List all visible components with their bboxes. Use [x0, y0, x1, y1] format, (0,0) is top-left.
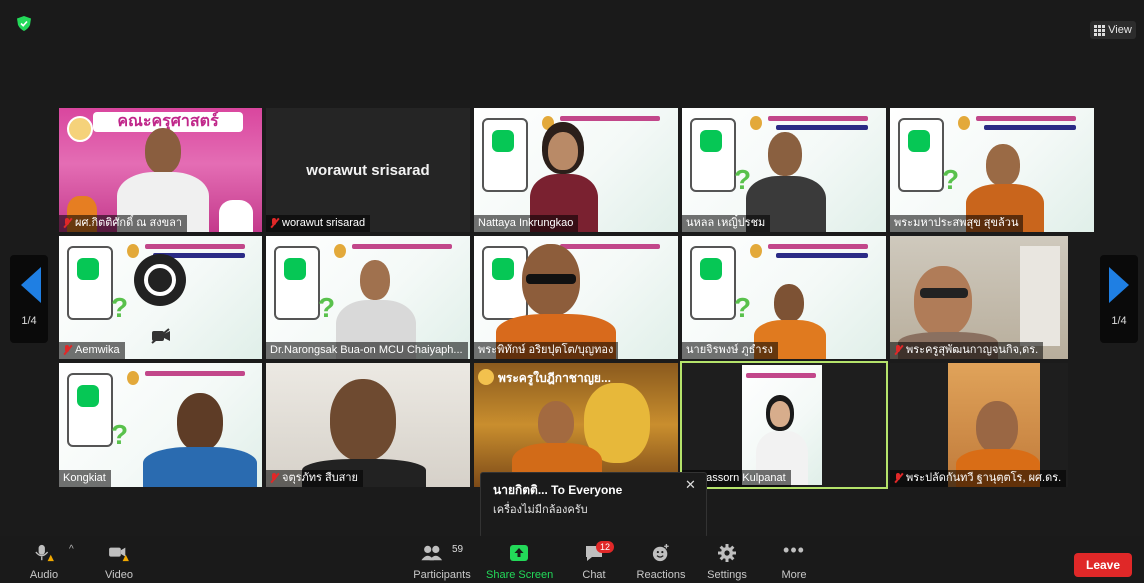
settings-button[interactable]: Settings — [704, 536, 750, 583]
slide-phone-graphic — [898, 118, 944, 192]
video-tile[interactable]: ? Dr.Narongsak Bua-on MCU Chaiyaph... — [266, 236, 470, 359]
video-tile[interactable]: ? นหลล เหญิ๋ปรชม — [682, 108, 886, 232]
avatar — [478, 369, 494, 385]
prev-page-button[interactable]: 1/4 — [10, 255, 48, 343]
arrow-right-icon — [1109, 267, 1129, 303]
arrow-left-icon — [21, 267, 41, 303]
video-tile[interactable]: พระปลัดกันทวี ฐานุตฺตโร, ผศ.ดร. — [890, 363, 1068, 487]
more-dots-icon: ••• — [783, 540, 805, 560]
chat-unread-badge: 12 — [596, 541, 615, 553]
obs-logo — [134, 254, 186, 306]
chevron-up-icon: ^ — [69, 544, 74, 555]
video-tile[interactable]: ? Kongkiat — [59, 363, 262, 487]
shield-icon[interactable] — [17, 16, 31, 31]
mic-muted-icon — [894, 472, 904, 484]
participant-name-label: Nattaya Inkrungkao — [474, 215, 579, 232]
chat-button[interactable]: 12 Chat — [572, 536, 616, 583]
view-button[interactable]: View — [1090, 21, 1136, 39]
university-logo — [67, 116, 93, 142]
next-page-button[interactable]: 1/4 — [1100, 255, 1138, 343]
reactions-icon — [652, 544, 669, 562]
mic-muted-icon — [63, 217, 73, 229]
participant-name-label: Dr.Narongsak Bua-on MCU Chaiyaph... — [266, 342, 468, 359]
display-name-placeholder: worawut srisarad — [306, 161, 430, 179]
chat-sender: นายกิตติ... To Everyone — [493, 483, 623, 497]
video-tile[interactable]: ? Aemwika — [59, 236, 262, 359]
gear-icon — [718, 544, 736, 562]
mic-warning-icon — [35, 544, 54, 562]
more-button[interactable]: ••• More — [772, 536, 816, 583]
video-off-icon — [151, 328, 170, 344]
audio-options-caret[interactable]: ^ — [66, 536, 82, 583]
participant-name-label: พระพิทักษ์ อริยปุตโต/บุญทอง — [474, 342, 619, 359]
participant-name-label: จตุรภัทร สืบสาย — [266, 470, 363, 487]
chat-message: เครื่องไม่มีกล้องครับ — [493, 504, 588, 516]
participant-name-label: พระครูสุพัฒนกาญจนกิจ,ดร. — [890, 342, 1044, 359]
slide-phone-graphic — [690, 246, 736, 320]
video-button[interactable]: Video — [96, 536, 142, 583]
meeting-toolbar: Audio ^ Video 59 Participants Share Scre… — [0, 536, 1144, 583]
mic-muted-icon — [270, 217, 280, 229]
mic-muted-icon — [270, 472, 280, 484]
slide-phone-graphic — [67, 246, 113, 320]
share-screen-button[interactable]: Share Screen — [486, 536, 553, 583]
leave-button[interactable]: Leave — [1074, 553, 1132, 577]
participant-name-label: นายจิรพงษ์ ภูธำรง — [682, 342, 778, 359]
video-tile[interactable]: พระครูสุพัฒนกาญจนกิจ,ดร. — [890, 236, 1068, 359]
video-tile[interactable]: คณะครุศาสตร์ ผศ.กิตติศักดิ์ ณ สงขลา — [59, 108, 262, 232]
close-icon[interactable]: ✕ — [685, 477, 696, 493]
audio-button[interactable]: Audio — [22, 536, 66, 583]
participants-count: 59 — [452, 544, 464, 555]
participant-name-label: พระปลัดกันทวี ฐานุตฺตโร, ผศ.ดร. — [890, 470, 1067, 487]
participants-icon — [421, 545, 443, 561]
video-tile[interactable]: worawut srisarad worawut srisarad — [266, 108, 470, 232]
slide-phone-graphic — [67, 373, 113, 447]
mic-muted-icon — [894, 344, 904, 356]
participant-name-label: Kongkiat — [59, 470, 111, 487]
slide-phone-graphic — [274, 246, 320, 320]
chat-notification[interactable]: นายกิตติ... To Everyone เครื่องไม่มีกล้อ… — [480, 472, 707, 538]
participant-name-overlay: พระครูใบฎีกาชาญย... — [498, 371, 611, 385]
video-tile[interactable]: ? พระมหาประสพสุข สุขล้วน — [890, 108, 1094, 232]
mic-muted-icon — [63, 344, 73, 356]
top-bar: View — [0, 0, 1144, 100]
video-warning-icon — [109, 547, 129, 562]
page-indicator-right: 1/4 — [1111, 315, 1127, 327]
video-tile[interactable]: ? นายจิรพงษ์ ภูธำรง — [682, 236, 886, 359]
participant-name-label: ผศ.กิตติศักดิ์ ณ สงขลา — [59, 215, 188, 232]
reactions-button[interactable]: Reactions — [634, 536, 688, 583]
grid-icon — [1094, 24, 1106, 36]
active-speaker-tile[interactable]: Napassorn Kulpanat — [680, 361, 888, 489]
share-screen-icon — [510, 545, 528, 561]
participant-name-label: พระมหาประสพสุข สุขล้วน — [890, 215, 1024, 232]
participant-name-label: Aemwika — [59, 342, 125, 359]
view-label: View — [1108, 24, 1132, 36]
phone-video — [742, 365, 822, 485]
video-tile[interactable]: พระครูใบฎีกาชาญย... — [474, 363, 678, 487]
page-indicator-left: 1/4 — [21, 315, 37, 327]
video-tile[interactable]: Nattaya Inkrungkao — [474, 108, 678, 232]
slide-phone-graphic — [690, 118, 736, 192]
slide-phone-graphic — [482, 118, 528, 192]
participant-name-label: นหลล เหญิ๋ปรชม — [682, 215, 771, 232]
participant-name-label: worawut srisarad — [266, 215, 371, 232]
video-tile[interactable]: พระพิทักษ์ อริยปุตโต/บุญทอง — [474, 236, 678, 359]
participants-button[interactable]: 59 Participants — [410, 536, 474, 583]
video-tile[interactable]: จตุรภัทร สืบสาย — [266, 363, 470, 487]
